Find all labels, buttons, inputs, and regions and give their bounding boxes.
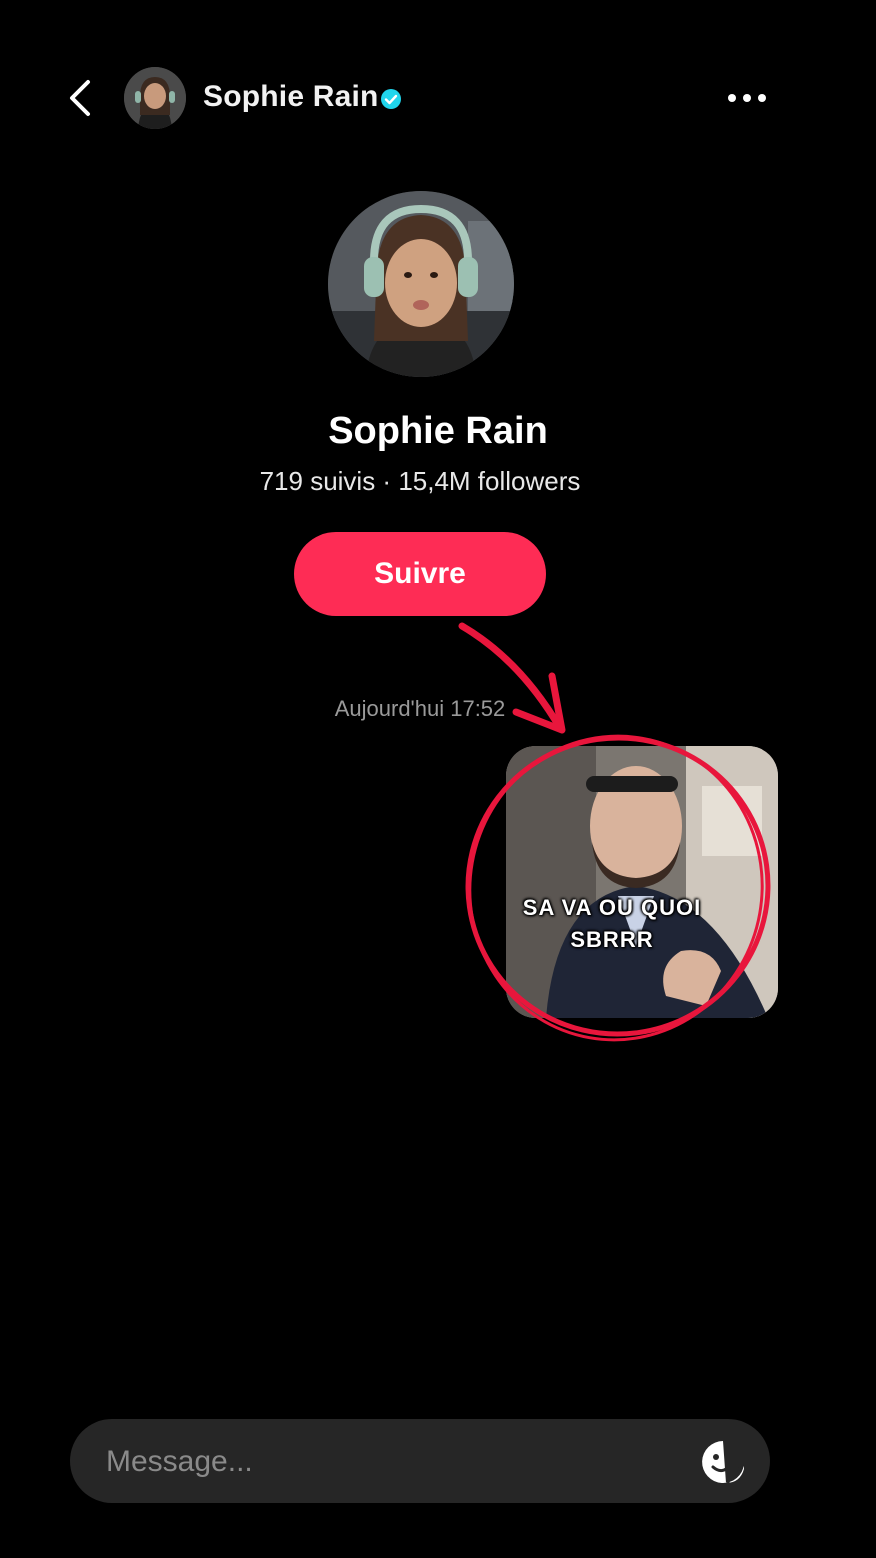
sticker-caption-line1: SA VA OU QUOI: [522, 895, 702, 920]
sticker-message[interactable]: SA VA OU QUOI SBRRR: [506, 746, 778, 1018]
message-composer: [70, 1419, 770, 1505]
follow-button[interactable]: Suivre: [294, 532, 546, 616]
profile-stats: 719 suivis · 15,4M followers: [259, 466, 581, 496]
message-timestamp: Aujourd'hui 17:52: [334, 696, 506, 721]
message-input[interactable]: [104, 1419, 668, 1505]
profile-avatar[interactable]: [328, 191, 514, 377]
sticker-emoji-icon[interactable]: [700, 1439, 746, 1485]
header-avatar[interactable]: [124, 67, 186, 129]
sticker-caption: SA VA OU QUOI SBRRR: [506, 892, 718, 956]
back-chevron-icon[interactable]: [62, 78, 102, 118]
profile-display-name: Sophie Rain: [328, 410, 548, 452]
chat-header: Sophie Rain: [0, 0, 876, 200]
sticker-image: [506, 746, 778, 1018]
verified-badge-icon: [381, 89, 401, 109]
more-options-icon[interactable]: [722, 80, 772, 116]
header-username[interactable]: Sophie Rain: [203, 80, 379, 114]
sticker-caption-line2: SBRRR: [570, 927, 654, 952]
